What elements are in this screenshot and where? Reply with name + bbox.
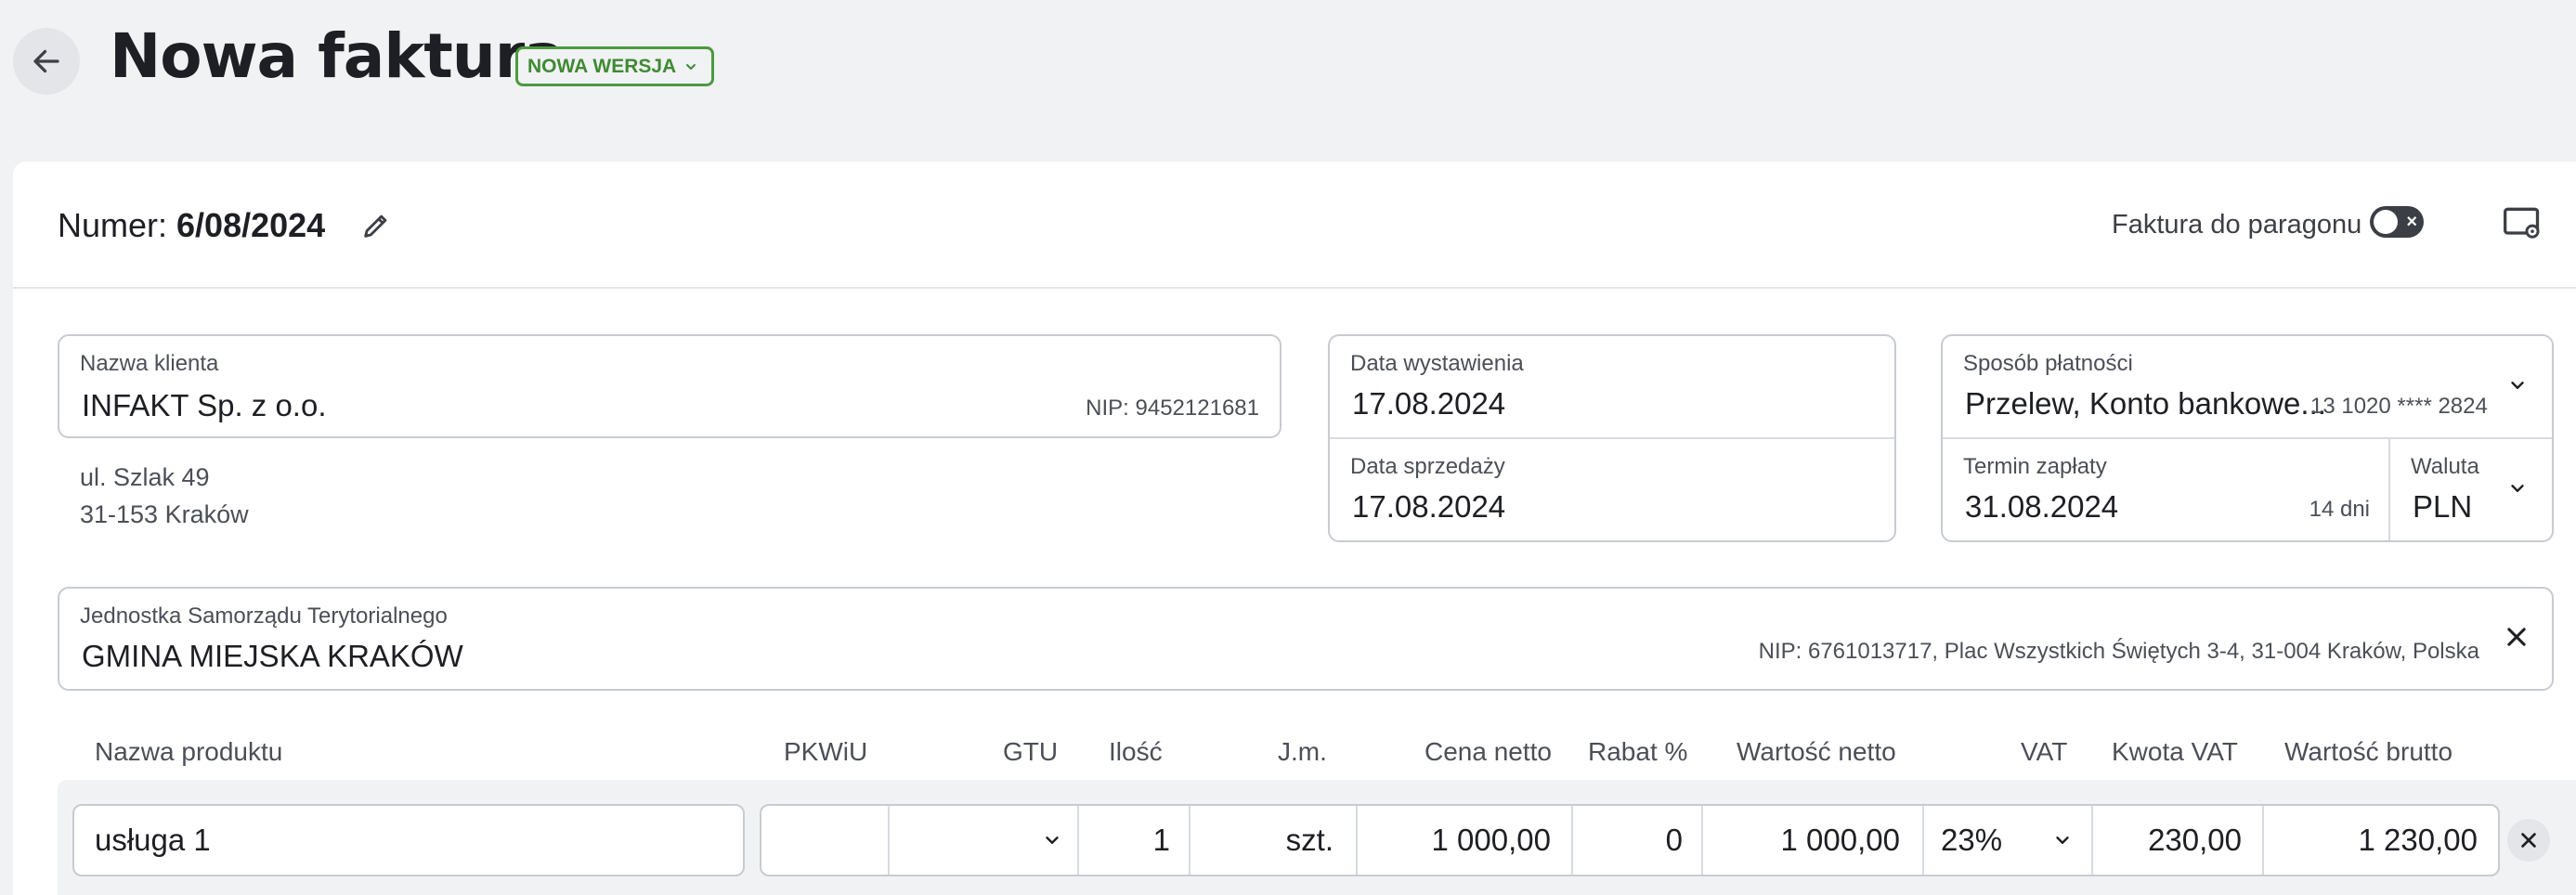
col-vat-amount: Kwota VAT	[2112, 737, 2238, 766]
display-settings-icon[interactable]	[2502, 202, 2543, 243]
row-cells: 1 szt. 1 000,00 0 1 000,00 23% 230,00 1 …	[760, 804, 2500, 876]
issue-date-value: 17.08.2024	[1352, 386, 1506, 421]
payment-method-value: Przelew, Konto bankowe...	[1965, 386, 2326, 421]
close-icon	[2521, 833, 2536, 848]
client-nip: NIP: 9452121681	[1086, 396, 1259, 421]
close-icon[interactable]	[2504, 624, 2530, 650]
client-address: ul. Szlak 49 31-153 Kraków	[80, 459, 249, 533]
chevron-down-icon	[2056, 837, 2069, 844]
page-title: Nowa faktura	[110, 20, 566, 92]
unit-value: szt.	[1285, 823, 1334, 857]
toggle-knob	[2374, 210, 2398, 234]
col-vat: VAT	[2021, 737, 2068, 766]
client-address-line1: ul. Szlak 49	[80, 463, 210, 491]
col-gtu: GTU	[1003, 737, 1059, 766]
payment-method-field[interactable]: Sposób płatności Przelew, Konto bankowe.…	[1943, 336, 2552, 439]
jst-label: Jednostka Samorządu Terytorialnego	[80, 603, 448, 629]
qty-input[interactable]: 1	[1079, 806, 1189, 875]
net-price-input[interactable]: 1 000,00	[1358, 806, 1571, 875]
issue-date-field[interactable]: Data wystawienia 17.08.2024	[1330, 336, 1894, 439]
currency-field[interactable]: Waluta PLN	[2390, 439, 2552, 540]
qty-value: 1	[1152, 823, 1170, 857]
col-gross-value: Wartość brutto	[2284, 737, 2453, 766]
currency-label: Waluta	[2411, 454, 2479, 479]
client-field[interactable]: Nazwa klienta INFAKT Sp. z o.o. NIP: 945…	[58, 334, 1281, 438]
invoice-card: Numer: 6/08/2024 Faktura do paragonu × N…	[13, 162, 2576, 895]
jst-name: GMINA MIEJSKA KRAKÓW	[82, 639, 463, 673]
pencil-icon[interactable]	[360, 210, 392, 241]
gross-value-input[interactable]: 1 230,00	[2264, 806, 2498, 875]
paragon-toggle-label: Faktura do paragonu	[2112, 210, 2362, 240]
net-price-value: 1 000,00	[1431, 823, 1551, 857]
issue-date-label: Data wystawienia	[1350, 351, 1524, 376]
sale-date-value: 17.08.2024	[1352, 489, 1506, 524]
vat-amount-value: 230,00	[2148, 823, 2242, 857]
chevron-down-icon	[686, 63, 696, 70]
col-discount: Rabat %	[1588, 737, 1688, 766]
gtu-select[interactable]	[890, 806, 1077, 875]
paragon-toggle[interactable]: ×	[2370, 206, 2424, 238]
vat-select[interactable]: 23%	[1924, 806, 2091, 875]
back-button[interactable]	[13, 28, 80, 95]
client-address-line2: 31-153 Kraków	[80, 500, 249, 528]
pkwiu-input[interactable]	[761, 806, 888, 875]
col-qty: Ilość	[1109, 737, 1163, 766]
discount-value: 0	[1665, 823, 1683, 857]
arrow-left-icon	[33, 49, 59, 73]
currency-value: PLN	[2413, 489, 2473, 524]
payment-method-label: Sposób płatności	[1963, 351, 2133, 376]
chevron-down-icon[interactable]	[2507, 375, 2528, 396]
invoice-number-value: 6/08/2024	[176, 206, 326, 244]
sale-date-field[interactable]: Data sprzedaży 17.08.2024	[1330, 439, 1894, 540]
chevron-down-icon[interactable]	[2507, 478, 2528, 499]
col-pkwiu: PKWiU	[784, 737, 868, 766]
jst-details: NIP: 6761013717, Plac Wszystkich Świętyc…	[1758, 639, 2479, 664]
close-icon: ×	[2406, 212, 2417, 232]
net-value-input[interactable]: 1 000,00	[1703, 806, 1922, 875]
invoice-number-label: Numer:	[58, 206, 168, 244]
chevron-down-icon	[1046, 837, 1059, 844]
sale-date-label: Data sprzedaży	[1350, 454, 1505, 479]
dates-group: Data wystawienia 17.08.2024 Data sprzeda…	[1328, 334, 1896, 542]
product-name-input[interactable]: usługa 1	[72, 804, 745, 876]
bank-account: 13 1020 **** 2824	[2310, 394, 2488, 419]
due-days: 14 dni	[2309, 497, 2370, 522]
col-net-price: Cena netto	[1425, 737, 1552, 766]
unit-input[interactable]: szt.	[1190, 806, 1356, 875]
remove-row-button[interactable]	[2507, 819, 2550, 862]
client-name: INFAKT Sp. z o.o.	[82, 388, 327, 422]
version-badge[interactable]: NOWA WERSJA	[515, 46, 715, 86]
col-net-value: Wartość netto	[1737, 737, 1896, 766]
due-date-value: 31.08.2024	[1965, 489, 2119, 524]
invoice-header: Numer: 6/08/2024 Faktura do paragonu ×	[13, 162, 2576, 289]
gross-value-value: 1 230,00	[2358, 823, 2478, 857]
col-product: Nazwa produktu	[95, 737, 283, 766]
vat-value: 23%	[1941, 823, 2003, 857]
vat-amount-input[interactable]: 230,00	[2093, 806, 2262, 875]
due-date-label: Termin zapłaty	[1963, 454, 2107, 479]
product-name-value: usługa 1	[95, 823, 211, 857]
top-bar: Nowa faktura NOWA WERSJA	[0, 0, 2576, 162]
col-unit: J.m.	[1278, 737, 1327, 766]
jst-field[interactable]: Jednostka Samorządu Terytorialnego GMINA…	[58, 587, 2554, 691]
payment-group: Sposób płatności Przelew, Konto bankowe.…	[1941, 334, 2554, 542]
client-label: Nazwa klienta	[80, 351, 219, 376]
version-badge-label: NOWA WERSJA	[527, 55, 677, 77]
discount-input[interactable]: 0	[1573, 806, 1701, 875]
net-value-value: 1 000,00	[1780, 823, 1900, 857]
due-date-field[interactable]: Termin zapłaty 31.08.2024 14 dni	[1943, 439, 2390, 540]
invoice-number: Numer: 6/08/2024	[58, 206, 325, 245]
